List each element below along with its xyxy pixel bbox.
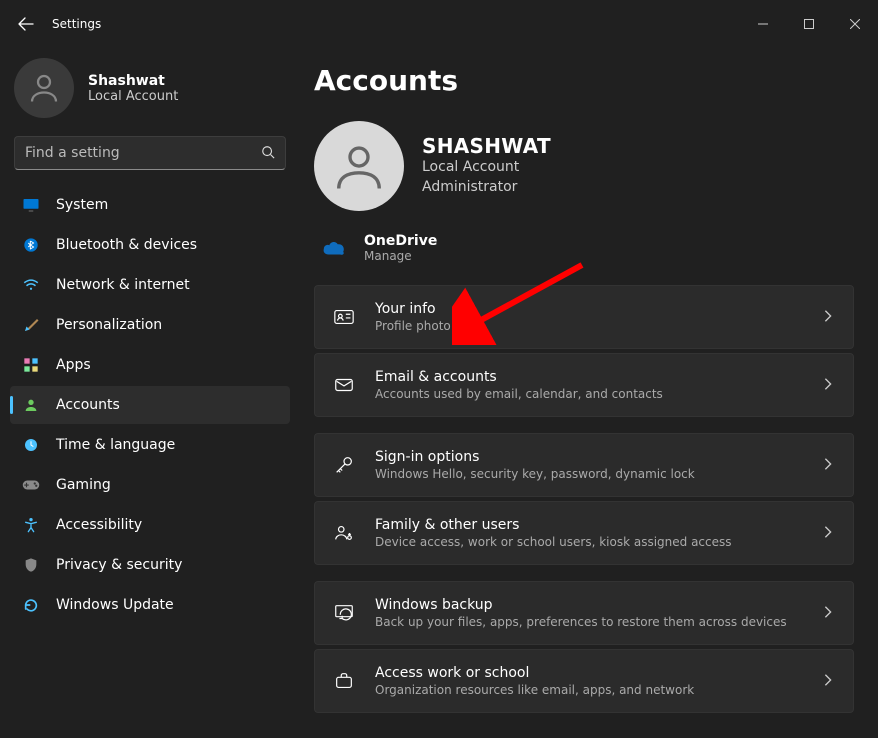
sidebar-item-accessibility[interactable]: Accessibility (10, 506, 290, 544)
search-icon (261, 144, 275, 163)
apps-icon (22, 356, 40, 374)
sidebar-item-label: System (56, 197, 108, 213)
card-title: Sign-in options (375, 449, 801, 465)
chevron-right-icon (821, 376, 835, 395)
onedrive-icon (322, 236, 346, 260)
sidebar-item-gaming[interactable]: Gaming (10, 466, 290, 504)
back-button[interactable] (10, 8, 42, 40)
sidebar-item-label: Accessibility (56, 517, 142, 533)
sidebar-item-label: Personalization (56, 317, 162, 333)
card-title: Windows backup (375, 597, 801, 613)
mail-icon (333, 374, 355, 396)
bluetooth-icon (22, 236, 40, 254)
sidebar-item-label: Gaming (56, 477, 111, 493)
card-list: Your info Profile photo Email & accounts… (314, 285, 854, 713)
profile-block[interactable]: Shashwat Local Account (10, 54, 290, 130)
back-arrow-icon (18, 16, 34, 32)
sidebar-item-accounts[interactable]: Accounts (10, 386, 290, 424)
card-windows-backup[interactable]: Windows backup Back up your files, apps,… (314, 581, 854, 645)
wifi-icon (22, 276, 40, 294)
avatar (14, 58, 74, 118)
close-icon (850, 19, 860, 29)
sidebar-item-time[interactable]: Time & language (10, 426, 290, 464)
briefcase-icon (333, 670, 355, 692)
nav-list: System Bluetooth & devices Network & int… (10, 186, 290, 624)
system-icon (22, 196, 40, 214)
chevron-right-icon (821, 524, 835, 543)
person-icon (332, 139, 386, 193)
id-card-icon (333, 306, 355, 328)
account-name: SHASHWAT (422, 134, 551, 158)
chevron-right-icon (821, 456, 835, 475)
card-title: Your info (375, 301, 801, 317)
accessibility-icon (22, 516, 40, 534)
sidebar-item-apps[interactable]: Apps (10, 346, 290, 384)
profile-name: Shashwat (88, 73, 178, 89)
sidebar-item-label: Privacy & security (56, 557, 182, 573)
profile-type: Local Account (88, 89, 178, 104)
account-role: Administrator (422, 178, 551, 198)
onedrive-title: OneDrive (364, 233, 437, 249)
main-content: Accounts SHASHWAT Local Account Administ… (300, 48, 878, 738)
card-subtitle: Profile photo (375, 319, 801, 333)
window-controls (740, 8, 878, 40)
sidebar-item-label: Apps (56, 357, 91, 373)
shield-icon (22, 556, 40, 574)
backup-icon (333, 602, 355, 624)
sidebar-item-label: Network & internet (56, 277, 190, 293)
card-subtitle: Accounts used by email, calendar, and co… (375, 387, 801, 401)
window-title: Settings (52, 17, 101, 31)
sidebar: Shashwat Local Account System Blueto (0, 48, 300, 738)
chevron-right-icon (821, 308, 835, 327)
chevron-right-icon (821, 604, 835, 623)
chevron-right-icon (821, 672, 835, 691)
minimize-button[interactable] (740, 8, 786, 40)
maximize-icon (804, 19, 814, 29)
sidebar-item-personalization[interactable]: Personalization (10, 306, 290, 344)
card-title: Family & other users (375, 517, 801, 533)
sidebar-item-network[interactable]: Network & internet (10, 266, 290, 304)
sidebar-item-label: Time & language (56, 437, 175, 453)
maximize-button[interactable] (786, 8, 832, 40)
onedrive-row[interactable]: OneDrive Manage (314, 229, 854, 285)
card-subtitle: Windows Hello, security key, password, d… (375, 467, 801, 481)
accounts-icon (22, 396, 40, 414)
account-avatar (314, 121, 404, 211)
card-subtitle: Back up your files, apps, preferences to… (375, 615, 801, 629)
sidebar-item-label: Accounts (56, 397, 120, 413)
close-button[interactable] (832, 8, 878, 40)
sidebar-item-bluetooth[interactable]: Bluetooth & devices (10, 226, 290, 264)
account-header: SHASHWAT Local Account Administrator (314, 121, 854, 211)
card-title: Access work or school (375, 665, 801, 681)
titlebar: Settings (0, 0, 878, 48)
paintbrush-icon (22, 316, 40, 334)
minimize-icon (758, 19, 768, 29)
sidebar-item-label: Bluetooth & devices (56, 237, 197, 253)
account-type: Local Account (422, 158, 551, 178)
card-family-users[interactable]: Family & other users Device access, work… (314, 501, 854, 565)
card-your-info[interactable]: Your info Profile photo (314, 285, 854, 349)
person-icon (26, 70, 62, 106)
card-subtitle: Device access, work or school users, kio… (375, 535, 801, 549)
card-signin-options[interactable]: Sign-in options Windows Hello, security … (314, 433, 854, 497)
onedrive-sub: Manage (364, 249, 437, 263)
card-work-school[interactable]: Access work or school Organization resou… (314, 649, 854, 713)
sidebar-item-privacy[interactable]: Privacy & security (10, 546, 290, 584)
sidebar-item-label: Windows Update (56, 597, 174, 613)
page-title: Accounts (314, 64, 854, 97)
sidebar-item-system[interactable]: System (10, 186, 290, 224)
clock-icon (22, 436, 40, 454)
sidebar-item-update[interactable]: Windows Update (10, 586, 290, 624)
search-box[interactable] (14, 136, 286, 170)
family-icon (333, 522, 355, 544)
key-icon (333, 454, 355, 476)
card-title: Email & accounts (375, 369, 801, 385)
gaming-icon (22, 476, 40, 494)
card-subtitle: Organization resources like email, apps,… (375, 683, 801, 697)
search-input[interactable] (25, 145, 261, 161)
card-email-accounts[interactable]: Email & accounts Accounts used by email,… (314, 353, 854, 417)
update-icon (22, 596, 40, 614)
